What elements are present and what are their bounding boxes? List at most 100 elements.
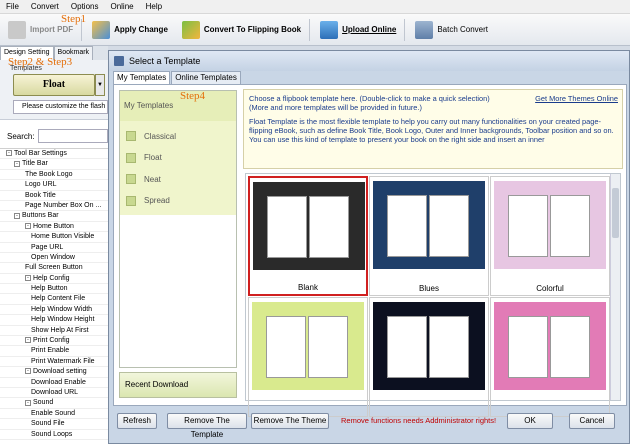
template-preview bbox=[494, 181, 606, 269]
tree-item[interactable]: - Tool Bar Settings bbox=[0, 149, 108, 160]
batch-icon bbox=[415, 20, 434, 39]
tree-item-label: Help Content File bbox=[31, 295, 86, 303]
tree-item[interactable]: Download Enable bbox=[0, 378, 108, 388]
select-template-dialog: Select a Template My Templates Online Te… bbox=[108, 50, 630, 444]
menu-item-help[interactable]: Help bbox=[140, 2, 168, 11]
tree-item[interactable]: Help Content File bbox=[0, 294, 108, 305]
remove-template-button[interactable]: Remove The Template bbox=[167, 413, 247, 439]
template-icon bbox=[126, 174, 136, 184]
batch-convert-button[interactable]: Batch Convert bbox=[409, 17, 494, 43]
tree-item[interactable]: Logo URL bbox=[0, 180, 108, 191]
my-template-spread[interactable]: Spread bbox=[126, 194, 226, 208]
tree-item[interactable]: Sound File bbox=[0, 419, 108, 430]
scrollbar-thumb[interactable] bbox=[612, 188, 619, 238]
menu-item-file[interactable]: File bbox=[0, 2, 25, 11]
tree-item-label: Home Button Visible bbox=[31, 233, 95, 241]
tree-item[interactable]: Print Watermark File bbox=[0, 357, 108, 368]
tree-item-label: Book Title bbox=[25, 191, 56, 199]
tree-item[interactable]: Page URL bbox=[0, 243, 108, 253]
cancel-button[interactable]: Cancel bbox=[569, 413, 615, 429]
scrollbar[interactable] bbox=[610, 174, 620, 400]
tree-item[interactable]: - Download setting bbox=[0, 367, 108, 378]
tree-item[interactable]: - Sound bbox=[0, 398, 108, 409]
collapse-icon[interactable]: - bbox=[14, 212, 20, 219]
ok-button[interactable]: OK bbox=[507, 413, 553, 429]
upload-online-button[interactable]: Upload Online bbox=[314, 17, 402, 43]
tab-online-templates[interactable]: Online Templates bbox=[171, 71, 241, 84]
toolbar-separator bbox=[309, 18, 311, 41]
search-input[interactable] bbox=[38, 129, 108, 143]
tree-item[interactable]: Help Window Width bbox=[0, 305, 108, 316]
remove-theme-button[interactable]: Remove The Theme bbox=[251, 413, 329, 429]
tree-item-label: Print Watermark File bbox=[31, 357, 95, 365]
tree-item[interactable]: - Home Button bbox=[0, 222, 108, 233]
book-page bbox=[266, 316, 306, 378]
tree-item[interactable]: Download URL bbox=[0, 388, 108, 399]
tab-my-templates[interactable]: My Templates bbox=[113, 71, 171, 84]
tree-item[interactable]: Enable Sound bbox=[0, 409, 108, 420]
template-thumbnail[interactable] bbox=[490, 297, 610, 417]
desc-detail: Float Template is the most flexible temp… bbox=[249, 117, 614, 144]
tree-item[interactable]: - Title Bar bbox=[0, 159, 108, 170]
tree-item-label: The Book Logo bbox=[25, 170, 73, 178]
collapse-icon[interactable]: - bbox=[14, 160, 20, 167]
my-templates-panel: My Templates Classical Float Neat Spread bbox=[119, 90, 237, 368]
tree-item-label: Print Enable bbox=[31, 347, 70, 355]
tree-item-label: Help Config bbox=[33, 274, 70, 282]
tree-item[interactable]: Show Help At First bbox=[0, 326, 108, 337]
template-thumbnail[interactable]: Blues bbox=[369, 176, 489, 296]
admin-warning: Remove functions needs Addministrator ri… bbox=[341, 416, 497, 425]
template-preview bbox=[494, 302, 606, 390]
menu-item-options[interactable]: Options bbox=[65, 2, 105, 11]
refresh-button[interactable]: Refresh bbox=[117, 413, 157, 429]
tree-item-label: Open Window bbox=[31, 253, 75, 261]
tree-item[interactable]: Book Title bbox=[0, 191, 108, 201]
template-icon bbox=[126, 131, 136, 141]
my-template-float[interactable]: Float bbox=[126, 151, 226, 165]
dialog-title-bar: Select a Template bbox=[109, 51, 629, 71]
more-themes-link[interactable]: Get More Themes Online bbox=[535, 94, 618, 103]
collapse-icon[interactable]: - bbox=[25, 337, 31, 344]
template-thumbnail[interactable] bbox=[248, 297, 368, 417]
tree-item[interactable]: The Book Logo bbox=[0, 170, 108, 181]
tree-item[interactable]: - Buttons Bar bbox=[0, 211, 108, 222]
my-template-label: Classical bbox=[144, 131, 177, 141]
tree-item[interactable]: Page Number Box On ... bbox=[0, 201, 108, 212]
my-template-classical[interactable]: Classical bbox=[126, 129, 226, 143]
collapse-icon[interactable]: - bbox=[25, 222, 31, 229]
menu-item-online[interactable]: Online bbox=[104, 2, 139, 11]
collapse-icon[interactable]: - bbox=[25, 274, 31, 281]
upload-icon bbox=[320, 20, 339, 39]
tree-item-label: Sound Loops bbox=[31, 430, 73, 438]
tree-item-label: Help Window Height bbox=[31, 316, 95, 324]
apply-change-button[interactable]: Apply Change bbox=[86, 17, 174, 43]
book-page bbox=[429, 316, 469, 378]
tree-item[interactable]: - Print Config bbox=[0, 336, 108, 347]
collapse-icon[interactable]: - bbox=[25, 399, 31, 406]
convert-button[interactable]: Convert To Flipping Book bbox=[176, 17, 307, 43]
tree-item-label: Sound File bbox=[31, 420, 65, 428]
tree-item[interactable]: - Help Config bbox=[0, 274, 108, 285]
collapse-icon[interactable]: - bbox=[25, 368, 31, 375]
tree-item[interactable]: Open Window bbox=[0, 253, 108, 264]
template-thumbnail[interactable] bbox=[369, 297, 489, 417]
tree-item[interactable]: Full Screen Button bbox=[0, 263, 108, 274]
collapse-icon[interactable]: - bbox=[6, 150, 12, 157]
recent-download-button[interactable]: Recent Download bbox=[119, 372, 237, 398]
dialog-tabs: My Templates Online Templates bbox=[113, 71, 242, 84]
menu-item-convert[interactable]: Convert bbox=[25, 2, 65, 11]
template-thumbnail[interactable]: Blank bbox=[248, 176, 368, 296]
chevron-down-icon[interactable]: ▼ bbox=[95, 74, 105, 96]
tree-item[interactable]: Print Enable bbox=[0, 346, 108, 357]
app-icon bbox=[114, 56, 124, 66]
template-icon bbox=[126, 152, 136, 163]
tree-item[interactable]: Help Window Height bbox=[0, 315, 108, 326]
book-page bbox=[508, 195, 548, 257]
template-thumbnail[interactable]: Colorful bbox=[490, 176, 610, 296]
template-select-button[interactable]: Float bbox=[13, 74, 95, 96]
tree-item-label: Download setting bbox=[33, 368, 87, 376]
my-template-neat[interactable]: Neat bbox=[126, 172, 226, 186]
tree-item[interactable]: Sound Loops bbox=[0, 430, 108, 440]
tree-item[interactable]: Help Button bbox=[0, 284, 108, 295]
tree-item[interactable]: Home Button Visible bbox=[0, 232, 108, 243]
